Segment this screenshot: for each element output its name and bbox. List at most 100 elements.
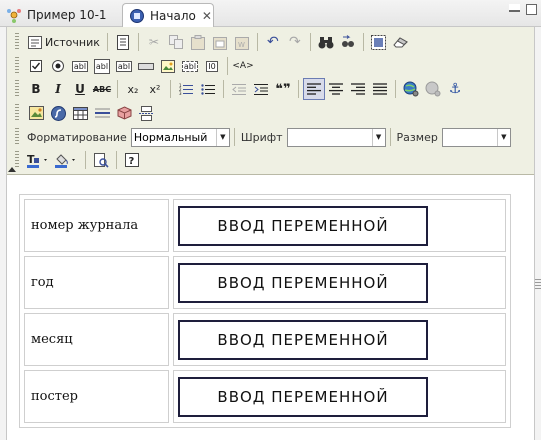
paste-icon: [190, 34, 205, 50]
form-select-button[interactable]: abl: [113, 55, 135, 77]
table-button[interactable]: [69, 102, 91, 124]
toolbar-grip[interactable]: [15, 80, 19, 98]
form-radio-button[interactable]: [47, 55, 69, 77]
link-button[interactable]: [400, 78, 422, 100]
toolbar-grip[interactable]: [15, 57, 19, 75]
undo-icon: ↶: [267, 34, 279, 50]
background-color-button[interactable]: [53, 149, 81, 171]
form-textfield-button[interactable]: abl: [69, 55, 91, 77]
document-icon: [116, 34, 129, 50]
cube-icon: [117, 106, 131, 120]
tab-label: Пример 10-1: [27, 7, 107, 22]
anchor-button[interactable]: ⚓: [444, 78, 466, 100]
scroll-grip-icon[interactable]: [535, 279, 541, 289]
iframe-button[interactable]: I0: [201, 55, 223, 77]
horizontal-rule-button[interactable]: [91, 102, 113, 124]
redo-button[interactable]: ↷: [284, 31, 306, 53]
remove-format-button[interactable]: [390, 31, 412, 53]
smiley-button[interactable]: [113, 102, 135, 124]
outdent-button[interactable]: [228, 78, 250, 100]
bold-icon: B: [31, 82, 41, 96]
subscript-button[interactable]: x₂: [122, 78, 144, 100]
font-select[interactable]: ▼: [286, 127, 386, 147]
anchor-icon: ⚓: [448, 81, 462, 97]
italic-icon: I: [55, 82, 61, 96]
tag-button[interactable]: <A>: [232, 55, 254, 77]
form-hidden-button[interactable]: abl: [179, 55, 201, 77]
source-button[interactable]: Источник: [25, 31, 103, 53]
vertical-scrollbar[interactable]: [535, 27, 541, 440]
minimize-icon[interactable]: [509, 4, 520, 12]
paste-button[interactable]: [187, 31, 209, 53]
binoculars-icon: [318, 36, 334, 48]
variable-input[interactable]: ВВОД ПЕРЕМЕННОЙ: [178, 376, 428, 417]
underline-button[interactable]: U: [69, 78, 91, 100]
variable-input[interactable]: ВВОД ПЕРЕМЕННОЙ: [178, 319, 428, 360]
blockquote-button[interactable]: ❝❞: [272, 78, 294, 100]
align-center-button[interactable]: [325, 78, 347, 100]
collapse-toolbar-icon[interactable]: [8, 167, 16, 172]
size-label: Размер: [396, 130, 438, 144]
flash-button[interactable]: [47, 102, 69, 124]
toolbar-grip[interactable]: [15, 128, 19, 146]
preview-icon: [93, 152, 109, 168]
paste-text-button[interactable]: [209, 31, 231, 53]
page-icon: [129, 8, 145, 24]
tab-start[interactable]: Начало ✕: [122, 3, 214, 27]
help-button[interactable]: ?: [121, 149, 143, 171]
cut-button[interactable]: ✂: [143, 31, 165, 53]
form-button-button[interactable]: [135, 55, 157, 77]
superscript-button[interactable]: x²: [144, 78, 166, 100]
numbered-list-button[interactable]: 123: [175, 78, 197, 100]
textfield-icon: abl: [71, 60, 89, 72]
page-break-button[interactable]: [135, 102, 157, 124]
tab-example[interactable]: Пример 10-1: [0, 2, 118, 27]
tab-label: Начало: [150, 8, 196, 23]
form-image-button[interactable]: [157, 55, 179, 77]
align-right-button[interactable]: [347, 78, 369, 100]
strikethrough-button[interactable]: ABC: [91, 78, 113, 100]
separator: [256, 33, 258, 51]
variable-input[interactable]: ВВОД ПЕРЕМЕННОЙ: [178, 205, 428, 246]
document-button[interactable]: [112, 31, 134, 53]
separator: [85, 151, 86, 169]
text-color-button[interactable]: T: [25, 149, 53, 171]
preview-button[interactable]: [90, 149, 112, 171]
redo-icon: ↷: [289, 34, 301, 50]
image-button-icon: [161, 59, 175, 73]
toolbar-grip[interactable]: [15, 104, 19, 122]
row-label: номер журнала: [24, 199, 169, 252]
italic-button[interactable]: I: [47, 78, 69, 100]
unlink-button[interactable]: [422, 78, 444, 100]
justify-icon: [373, 83, 387, 95]
toolbar-grip[interactable]: [15, 33, 19, 51]
paste-word-button[interactable]: W: [231, 31, 253, 53]
separator: [233, 128, 235, 146]
image-button[interactable]: [25, 102, 47, 124]
justify-button[interactable]: [369, 78, 391, 100]
tab-bar: Пример 10-1 Начало ✕: [0, 0, 541, 27]
form-textarea-button[interactable]: abl: [91, 55, 113, 77]
select-all-button[interactable]: [368, 31, 390, 53]
size-select[interactable]: ▼: [441, 127, 511, 147]
svg-text:3: 3: [179, 91, 182, 96]
variable-input[interactable]: ВВОД ПЕРЕМЕННОЙ: [178, 262, 428, 303]
align-left-button[interactable]: [303, 78, 325, 100]
find-button[interactable]: [315, 31, 337, 53]
source-label: Источник: [45, 35, 100, 49]
copy-button[interactable]: [165, 31, 187, 53]
bold-button[interactable]: B: [25, 78, 47, 100]
undo-button[interactable]: ↶: [262, 31, 284, 53]
maximize-icon[interactable]: [526, 4, 537, 15]
button-icon: [138, 63, 154, 70]
formatting-select[interactable]: Нормальный ▼: [130, 127, 230, 147]
form-checkbox-button[interactable]: [25, 55, 47, 77]
indent-button[interactable]: [250, 78, 272, 100]
replace-button[interactable]: [337, 31, 359, 53]
paste-text-icon: [212, 36, 227, 50]
close-icon[interactable]: ✕: [202, 9, 212, 23]
bulleted-list-button[interactable]: [197, 78, 219, 100]
editor-content[interactable]: номер журнала ВВОД ПЕРЕМЕННОЙ год ВВОД П…: [7, 176, 534, 440]
separator: [309, 33, 311, 51]
formatting-label: Форматирование: [27, 130, 127, 144]
